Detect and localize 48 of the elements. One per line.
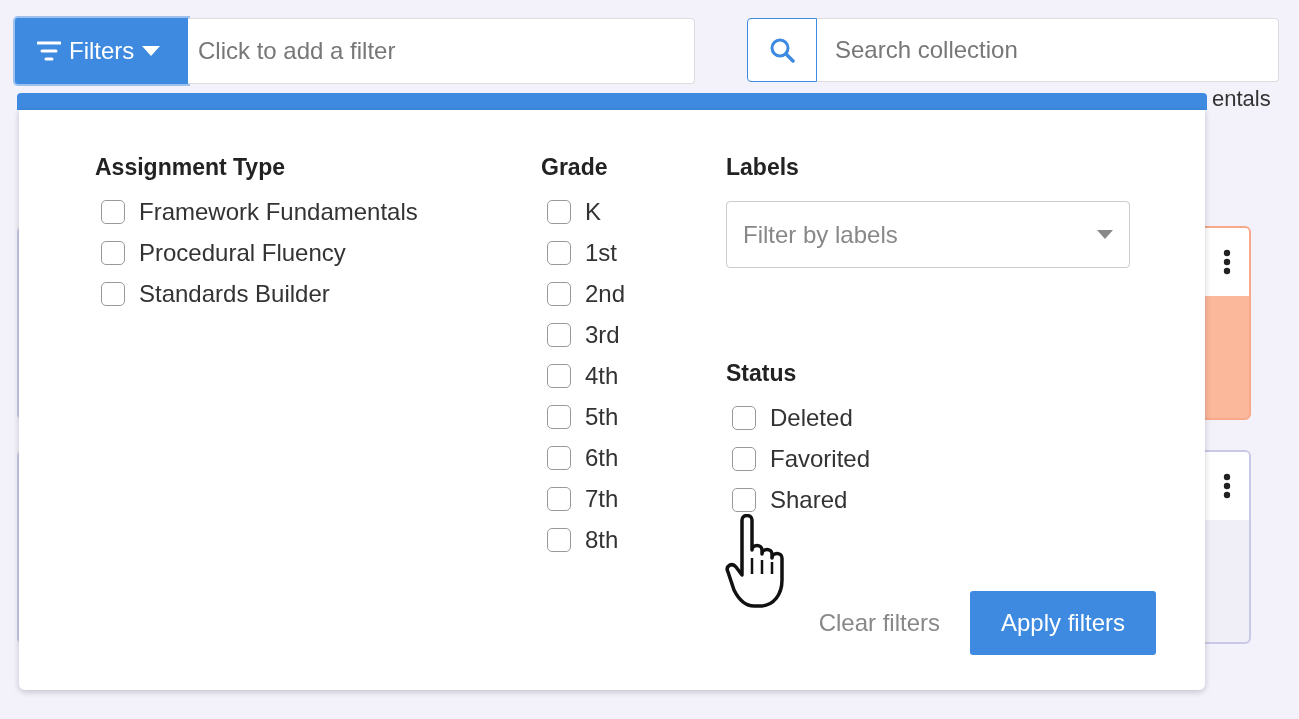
checkbox[interactable] bbox=[547, 445, 571, 470]
checkbox[interactable] bbox=[547, 404, 571, 429]
filter-option[interactable]: 5th bbox=[541, 396, 726, 437]
filter-option[interactable]: 2nd bbox=[541, 273, 726, 314]
filter-option[interactable]: 8th bbox=[541, 519, 726, 560]
checkbox[interactable] bbox=[547, 527, 571, 552]
filter-option[interactable]: 1st bbox=[541, 232, 726, 273]
filter-option[interactable]: Deleted bbox=[726, 397, 1156, 438]
caret-icon bbox=[142, 46, 161, 56]
group-heading: Grade bbox=[541, 154, 609, 181]
group-heading: Status bbox=[726, 360, 798, 387]
more-options-icon[interactable] bbox=[1223, 249, 1231, 275]
checkbox[interactable] bbox=[732, 446, 756, 471]
caret-icon bbox=[1097, 230, 1113, 239]
search-button[interactable] bbox=[747, 18, 817, 82]
filter-option[interactable]: 3rd bbox=[541, 314, 726, 355]
filter-option[interactable]: Procedural Fluency bbox=[95, 232, 541, 273]
search-icon bbox=[769, 37, 795, 63]
group-heading: Labels bbox=[726, 154, 800, 181]
checkbox[interactable] bbox=[547, 281, 571, 306]
search-input[interactable]: Search collection bbox=[817, 18, 1279, 82]
filter-option[interactable]: Standards Builder bbox=[95, 273, 541, 314]
filter-option[interactable]: Shared bbox=[726, 479, 1156, 520]
checkbox[interactable] bbox=[101, 240, 125, 265]
more-options-icon[interactable] bbox=[1223, 473, 1231, 499]
checkbox[interactable] bbox=[101, 281, 125, 306]
section-heading: entals bbox=[1212, 86, 1271, 113]
filter-icon bbox=[37, 41, 61, 61]
checkbox[interactable] bbox=[547, 322, 571, 347]
clear-filters-button[interactable]: Clear filters bbox=[818, 609, 940, 637]
filter-option[interactable]: 6th bbox=[541, 437, 726, 478]
checkbox[interactable] bbox=[101, 199, 125, 224]
filters-button[interactable]: Filters bbox=[15, 18, 188, 84]
filter-input[interactable]: Click to add a filter bbox=[188, 18, 695, 84]
checkbox[interactable] bbox=[547, 363, 571, 388]
group-heading: Assignment Type bbox=[95, 154, 286, 181]
apply-filters-button[interactable]: Apply filters bbox=[970, 591, 1156, 655]
checkbox[interactable] bbox=[547, 486, 571, 511]
filter-option[interactable]: Framework Fundamentals bbox=[95, 191, 541, 232]
filter-option[interactable]: K bbox=[541, 191, 726, 232]
labels-dropdown[interactable]: Filter by labels bbox=[726, 201, 1130, 268]
checkbox[interactable] bbox=[547, 199, 571, 224]
filter-option[interactable]: 4th bbox=[541, 355, 726, 396]
filter-option[interactable]: Favorited bbox=[726, 438, 1156, 479]
filter-option[interactable]: 7th bbox=[541, 478, 726, 519]
checkbox[interactable] bbox=[732, 487, 756, 512]
checkbox[interactable] bbox=[732, 405, 756, 430]
checkbox[interactable] bbox=[547, 240, 571, 265]
